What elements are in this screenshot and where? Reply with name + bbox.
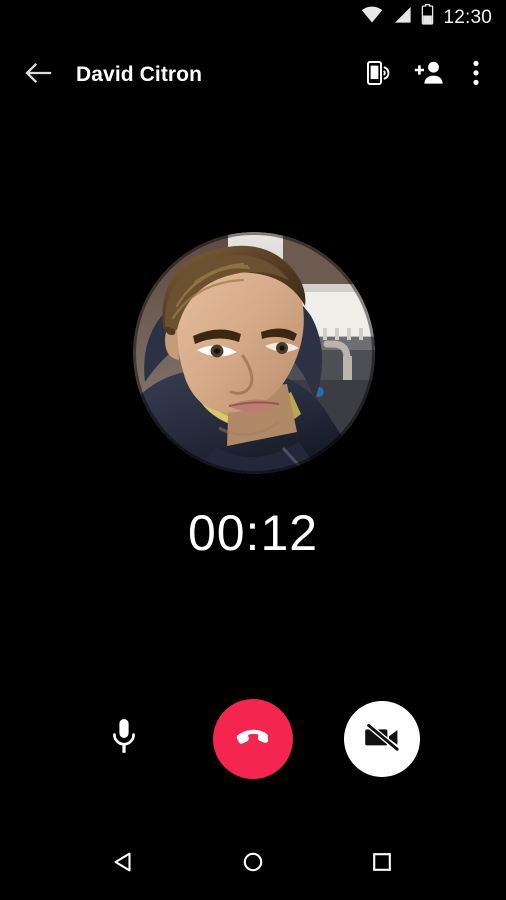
end-call-icon	[234, 718, 272, 761]
cellular-signal-icon	[392, 6, 412, 29]
contact-name-title: David Citron	[76, 63, 203, 86]
video-call-screen: 12:30 David Citron 00:12	[0, 0, 506, 900]
mute-microphone-button[interactable]	[86, 701, 162, 777]
nav-recents-button[interactable]	[352, 834, 412, 894]
back-triangle-icon	[111, 849, 137, 880]
contact-avatar	[133, 232, 375, 474]
status-bar-clock: 12:30	[443, 6, 492, 28]
switch-to-phone-call-icon	[366, 59, 392, 92]
app-bar: David Citron	[0, 46, 506, 104]
android-navigation-bar	[0, 828, 506, 900]
app-bar-actions	[354, 47, 506, 103]
call-duration-timer: 00:12	[187, 505, 319, 561]
toggle-camera-button[interactable]	[344, 701, 420, 777]
nav-home-button[interactable]	[223, 834, 283, 894]
battery-icon	[421, 3, 434, 30]
add-person-icon	[414, 60, 444, 91]
overflow-menu-icon	[473, 60, 479, 91]
home-circle-icon	[240, 849, 266, 880]
camera-off-icon	[364, 722, 400, 757]
call-controls	[0, 698, 506, 780]
add-person-button[interactable]	[404, 47, 454, 103]
overflow-menu-button[interactable]	[454, 47, 498, 103]
nav-back-button[interactable]	[94, 834, 154, 894]
recents-square-icon	[369, 849, 395, 880]
end-call-button[interactable]	[213, 699, 293, 779]
status-bar-icons	[361, 3, 434, 30]
status-bar: 12:30	[0, 0, 506, 34]
back-arrow-icon	[24, 61, 52, 90]
switch-to-phone-call-button[interactable]	[354, 47, 404, 103]
back-button[interactable]	[10, 47, 66, 103]
microphone-icon	[109, 717, 139, 762]
wifi-icon	[361, 6, 383, 29]
avatar-photo	[133, 232, 375, 474]
